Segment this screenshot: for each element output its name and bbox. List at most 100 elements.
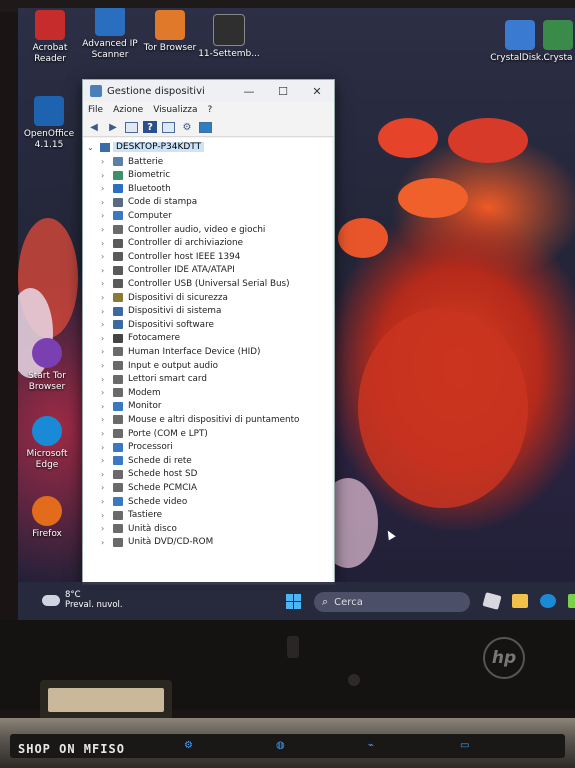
- chevron-right-icon[interactable]: ›: [101, 443, 111, 452]
- start-button[interactable]: [286, 594, 301, 609]
- scan-hardware-icon[interactable]: ⚙: [180, 121, 194, 133]
- chevron-right-icon[interactable]: ›: [101, 184, 111, 193]
- device-category-icon: [113, 211, 123, 221]
- tree-device-category[interactable]: › Unità DVD/CD-ROM: [101, 536, 213, 549]
- tree-device-category[interactable]: › Dispositivi di sicurezza: [101, 291, 228, 304]
- tree-device-category[interactable]: › Tastiere: [101, 509, 162, 522]
- device-category-label: Monitor: [128, 401, 162, 412]
- tree-device-category[interactable]: › Dispositivi software: [101, 318, 214, 331]
- device-category-label: Computer: [128, 210, 172, 221]
- chevron-right-icon[interactable]: ›: [101, 415, 111, 424]
- tree-device-category[interactable]: › Dispositivi di sistema: [101, 305, 221, 318]
- tree-device-category[interactable]: › Controller di archiviazione: [101, 237, 243, 250]
- chevron-right-icon[interactable]: ›: [101, 470, 111, 479]
- tree-device-category[interactable]: › Monitor: [101, 400, 161, 413]
- chevron-right-icon[interactable]: ›: [101, 334, 111, 343]
- chevron-right-icon[interactable]: ›: [101, 307, 111, 316]
- chevron-right-icon[interactable]: ›: [101, 293, 111, 302]
- tree-device-category[interactable]: › Porte (COM e LPT): [101, 427, 208, 440]
- maximize-button[interactable]: ☐: [266, 85, 300, 98]
- tree-device-category[interactable]: › Unità disco: [101, 522, 177, 535]
- chevron-right-icon[interactable]: ›: [101, 497, 111, 506]
- help-icon[interactable]: ?: [143, 121, 157, 133]
- weather-widget[interactable]: 8°C Preval. nuvol.: [42, 590, 123, 610]
- chevron-right-icon[interactable]: ›: [101, 252, 111, 261]
- chevron-right-icon[interactable]: ›: [101, 279, 111, 288]
- minimize-button[interactable]: —: [232, 85, 266, 98]
- chevron-right-icon[interactable]: ›: [101, 320, 111, 329]
- screen-led-icon: ▭: [460, 740, 470, 751]
- tree-device-category[interactable]: › Controller USB (Universal Serial Bus): [101, 277, 290, 290]
- tree-device-category[interactable]: › Schede di rete: [101, 454, 192, 467]
- chevron-right-icon[interactable]: ›: [101, 157, 111, 166]
- chevron-right-icon[interactable]: ›: [101, 402, 111, 411]
- forward-arrow-icon[interactable]: ▶: [106, 121, 120, 133]
- chevron-right-icon[interactable]: ›: [101, 225, 111, 234]
- chevron-right-icon[interactable]: ›: [101, 198, 111, 207]
- tree-device-category[interactable]: › Code di stampa: [101, 196, 197, 209]
- tree-device-category[interactable]: › Controller host IEEE 1394: [101, 250, 240, 263]
- tree-device-category[interactable]: › Fotocamere: [101, 332, 180, 345]
- back-arrow-icon[interactable]: ◀: [87, 121, 101, 133]
- desktop-icon-crystal-2[interactable]: Crysta: [538, 20, 575, 64]
- chevron-right-icon[interactable]: ›: [101, 375, 111, 384]
- close-button[interactable]: ✕: [300, 85, 334, 98]
- device-category-label: Dispositivi di sistema: [128, 306, 222, 317]
- chevron-right-icon[interactable]: ›: [101, 456, 111, 465]
- tree-device-category[interactable]: › Mouse e altri dispositivi di puntamento: [101, 413, 299, 426]
- chevron-right-icon[interactable]: ›: [101, 239, 111, 248]
- device-category-label: Porte (COM e LPT): [128, 428, 208, 439]
- taskbar: 8°C Preval. nuvol. ⌕ Cerca: [18, 582, 575, 620]
- tree-device-category[interactable]: › Schede PCMCIA: [101, 481, 197, 494]
- tree-device-category[interactable]: › Batterie: [101, 155, 163, 168]
- device-tree: ⌄ DESKTOP-P34KDTT › Batterie › Biometric › Bl…: [83, 138, 332, 582]
- chevron-right-icon[interactable]: ›: [101, 347, 111, 356]
- monitor-icon[interactable]: [199, 121, 212, 133]
- desktop-icon-firefox[interactable]: Firefox: [18, 496, 82, 540]
- tree-device-category[interactable]: › Controller audio, video e giochi: [101, 223, 265, 236]
- menu-help[interactable]: ?: [208, 105, 213, 115]
- chevron-right-icon[interactable]: ›: [101, 538, 111, 547]
- desktop-icon-microsoft-edge[interactable]: Microsoft Edge: [18, 416, 82, 471]
- chevron-down-icon[interactable]: ⌄: [87, 143, 97, 152]
- desktop-icon-start-tor-browser[interactable]: Start Tor Browser: [18, 338, 82, 393]
- mouse-cursor: [384, 528, 396, 541]
- tree-device-category[interactable]: › Schede host SD: [101, 468, 197, 481]
- search-box[interactable]: ⌕ Cerca: [314, 592, 470, 612]
- app-taskbar-icon[interactable]: [568, 594, 575, 608]
- tree-root[interactable]: ⌄ DESKTOP-P34KDTT: [87, 140, 205, 154]
- tree-device-category[interactable]: › Processori: [101, 441, 173, 454]
- chevron-right-icon[interactable]: ›: [101, 171, 111, 180]
- tree-device-category[interactable]: › Bluetooth: [101, 182, 171, 195]
- tree-device-category[interactable]: › Lettori smart card: [101, 373, 207, 386]
- file-explorer-icon[interactable]: [512, 594, 528, 608]
- tree-device-category[interactable]: › Modem: [101, 386, 161, 399]
- cube-app-icon[interactable]: [482, 592, 502, 610]
- chevron-right-icon[interactable]: ›: [101, 211, 111, 220]
- tree-device-category[interactable]: › Input e output audio: [101, 359, 218, 372]
- menu-azione[interactable]: Azione: [113, 105, 143, 115]
- tree-device-category[interactable]: › Schede video: [101, 495, 187, 508]
- tree-device-category[interactable]: › Controller IDE ATA/ATAPI: [101, 264, 235, 277]
- menu-visualizza[interactable]: Visualizza: [153, 105, 197, 115]
- chevron-right-icon[interactable]: ›: [101, 266, 111, 275]
- properties-icon[interactable]: [162, 121, 175, 133]
- chevron-right-icon[interactable]: ›: [101, 388, 111, 397]
- show-hide-console-tree-icon[interactable]: [125, 121, 138, 133]
- edge-taskbar-icon[interactable]: [540, 594, 556, 608]
- crystal-icon: [543, 20, 573, 50]
- chevron-right-icon[interactable]: ›: [101, 483, 111, 492]
- chevron-right-icon[interactable]: ›: [101, 524, 111, 533]
- tree-device-category[interactable]: › Human Interface Device (HID): [101, 345, 260, 358]
- device-category-icon: [113, 456, 123, 466]
- wallpaper-shape: [378, 118, 438, 158]
- chevron-right-icon[interactable]: ›: [101, 361, 111, 370]
- chevron-right-icon[interactable]: ›: [101, 511, 111, 520]
- tree-device-category[interactable]: › Computer: [101, 209, 172, 222]
- chevron-right-icon[interactable]: ›: [101, 429, 111, 438]
- menu-file[interactable]: File: [88, 105, 103, 115]
- desktop-icon-video-file[interactable]: 11-Settemb...: [194, 14, 264, 60]
- desktop-icon-openoffice[interactable]: OpenOffice 4.1.15: [18, 96, 84, 151]
- window-titlebar[interactable]: Gestione dispositivi — ☐ ✕: [83, 80, 334, 102]
- tree-device-category[interactable]: › Biometric: [101, 169, 170, 182]
